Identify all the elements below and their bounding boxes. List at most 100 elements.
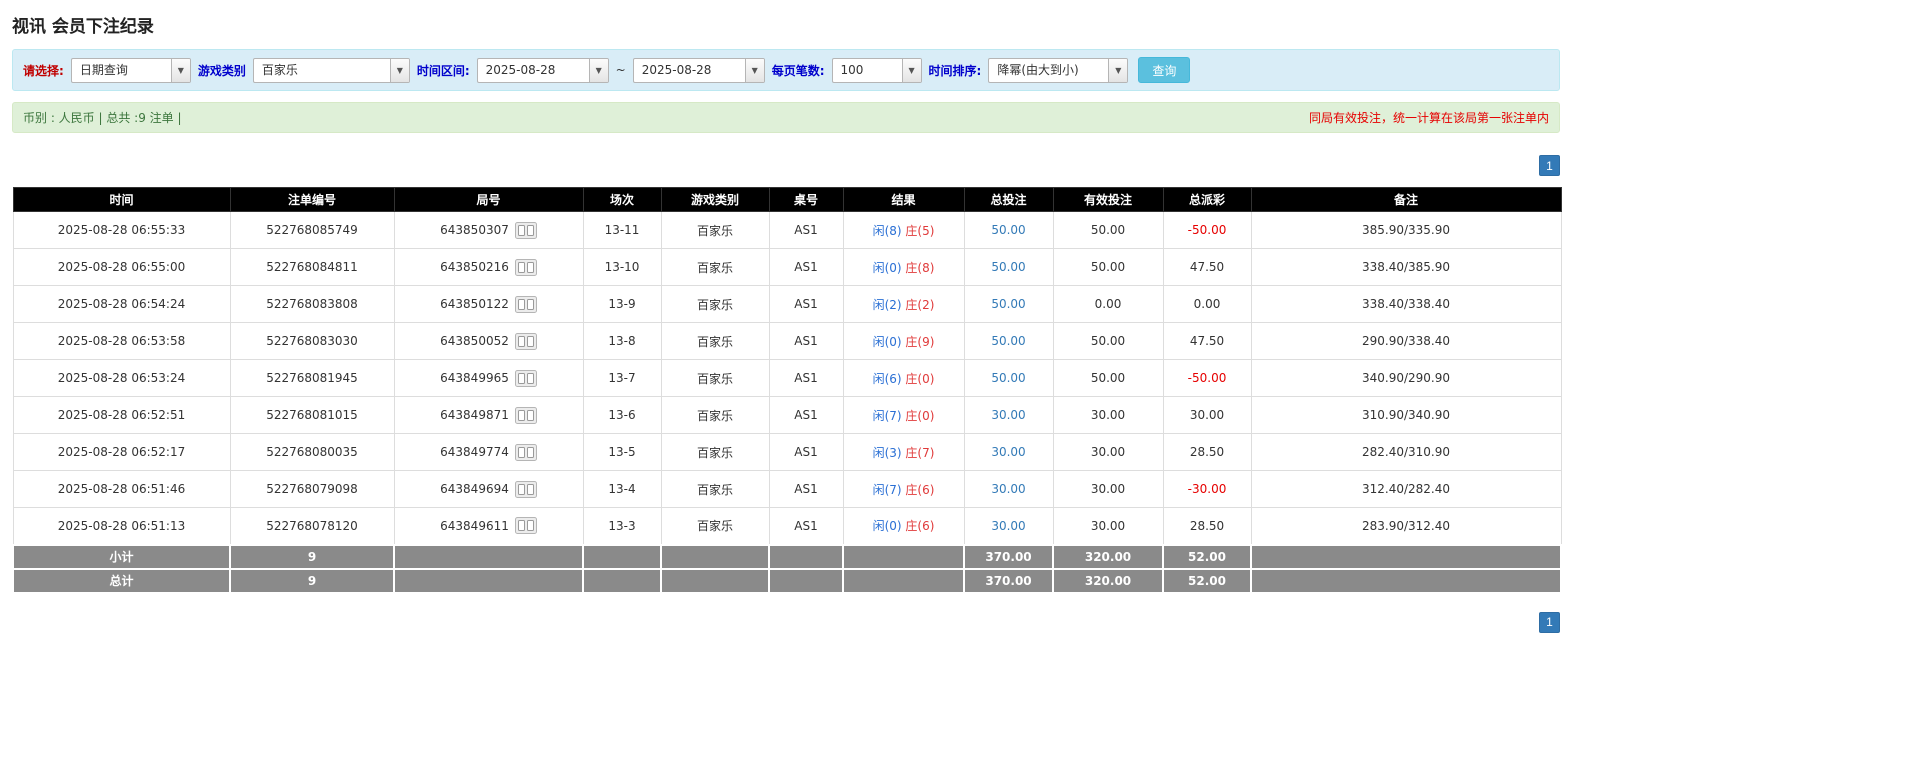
subtotal-row: 小计 9 370.00 320.00 52.00 (12, 543, 1562, 570)
pagination-top: 1 (12, 155, 1560, 176)
table-row: 2025-08-28 06:52:17 522768080035 643849774… (12, 433, 1562, 471)
result-banker: 庄(9) (905, 334, 935, 349)
table-no-cell: AS1 (768, 285, 844, 323)
valid-bet-cell: 30.00 (1052, 470, 1164, 508)
total-bet-cell[interactable]: 50.00 (963, 322, 1054, 360)
result-banker: 庄(6) (905, 482, 935, 497)
bet-id-cell: 522768083808 (229, 285, 395, 323)
footer-cell (393, 567, 584, 594)
total-row: 总计 9 370.00 320.00 52.00 (12, 567, 1562, 594)
result-cell: 闲(2) 庄(2) (842, 285, 965, 323)
page-size-select[interactable]: 100 ▼ (831, 57, 922, 83)
search-button[interactable]: 查询 (1138, 57, 1191, 83)
view-cards-icon[interactable] (514, 406, 537, 424)
game-type-cell: 百家乐 (660, 507, 770, 545)
bet-time-cell: 2025-08-28 06:52:51 (12, 396, 231, 434)
total-bet-cell[interactable]: 30.00 (963, 396, 1054, 434)
total-bet-cell[interactable]: 30.00 (963, 470, 1054, 508)
note-cell: 310.90/340.90 (1250, 396, 1562, 434)
table-no-cell: AS1 (768, 248, 844, 286)
session-cell: 13-6 (582, 396, 662, 434)
session-cell: 13-9 (582, 285, 662, 323)
column-header: 有效投注 (1052, 187, 1164, 212)
table-row: 2025-08-28 06:55:33 522768085749 643850307… (12, 211, 1562, 249)
footer-cell: 320.00 (1052, 567, 1164, 594)
table-no-cell: AS1 (768, 396, 844, 434)
chevron-down-icon[interactable]: ▼ (389, 58, 409, 82)
date-to-select[interactable]: 2025-08-28 ▼ (632, 57, 765, 83)
valid-bet-cell: 50.00 (1052, 322, 1164, 360)
game-type-cell: 百家乐 (660, 211, 770, 249)
session-cell: 13-10 (582, 248, 662, 286)
game-type-cell: 百家乐 (660, 359, 770, 397)
total-bet-cell[interactable]: 50.00 (963, 359, 1054, 397)
table-no-cell: AS1 (768, 211, 844, 249)
view-cards-icon[interactable] (514, 480, 537, 498)
total-bet-cell[interactable]: 30.00 (963, 507, 1054, 545)
session-cell: 13-5 (582, 433, 662, 471)
result-player: 闲(6) (872, 371, 902, 386)
session-cell: 13-4 (582, 470, 662, 508)
column-header: 局号 (393, 187, 584, 212)
table-row: 2025-08-28 06:55:00 522768084811 643850216… (12, 248, 1562, 286)
column-header: 场次 (582, 187, 662, 212)
table-row: 2025-08-28 06:52:51 522768081015 643849871… (12, 396, 1562, 434)
payout-cell: 28.50 (1162, 507, 1252, 545)
result-player: 闲(8) (872, 223, 902, 238)
round-id-cell: 643849871 (393, 396, 584, 434)
total-bet-cell[interactable]: 50.00 (963, 211, 1054, 249)
chevron-down-icon[interactable]: ▼ (1108, 58, 1128, 82)
game-type-select[interactable]: 百家乐 ▼ (252, 57, 410, 83)
result-player: 闲(0) (872, 334, 902, 349)
column-header: 时间 (12, 187, 231, 212)
valid-bet-notice: 同局有效投注，统一计算在该局第一张注单内 (1308, 111, 1549, 125)
page-1-button[interactable]: 1 (1539, 155, 1560, 176)
query-type-select[interactable]: 日期查询 ▼ (70, 57, 191, 83)
result-cell: 闲(7) 庄(6) (842, 470, 965, 508)
page-1-button[interactable]: 1 (1539, 611, 1560, 633)
result-banker: 庄(7) (905, 445, 935, 460)
round-id: 643850122 (440, 297, 509, 311)
game-type-cell: 百家乐 (660, 396, 770, 434)
view-cards-icon[interactable] (514, 332, 537, 350)
result-banker: 庄(8) (905, 260, 935, 275)
view-cards-icon[interactable] (514, 443, 537, 461)
chevron-down-icon[interactable]: ▼ (901, 58, 921, 82)
sort-label: 时间排序: (928, 63, 982, 78)
result-cell: 闲(8) 庄(5) (842, 211, 965, 249)
footer-cell (660, 543, 770, 570)
chevron-down-icon[interactable]: ▼ (170, 58, 190, 82)
result-banker: 庄(0) (905, 408, 935, 423)
column-header: 总派彩 (1162, 187, 1252, 212)
date-from-select[interactable]: 2025-08-28 ▼ (476, 57, 609, 83)
game-type-cell: 百家乐 (660, 470, 770, 508)
date-to-value: 2025-08-28 (641, 62, 712, 77)
chevron-down-icon[interactable]: ▼ (744, 58, 764, 82)
chevron-down-icon[interactable]: ▼ (588, 58, 608, 82)
currency-total-summary: 币别 : 人民币 | 总共 :9 注单 | (23, 111, 182, 125)
game-type-value: 百家乐 (261, 62, 298, 77)
total-bet-cell[interactable]: 50.00 (963, 285, 1054, 323)
footer-cell: 52.00 (1162, 543, 1252, 570)
view-cards-icon[interactable] (514, 517, 537, 535)
bet-id-cell: 522768081015 (229, 396, 395, 434)
round-id: 643850307 (440, 223, 509, 237)
view-cards-icon[interactable] (514, 258, 537, 276)
sort-select[interactable]: 降幂(由大到小) ▼ (988, 57, 1129, 83)
view-cards-icon[interactable] (514, 221, 537, 239)
session-cell: 13-8 (582, 322, 662, 360)
bet-time-cell: 2025-08-28 06:53:58 (12, 322, 231, 360)
table-row: 2025-08-28 06:51:46 522768079098 643849694… (12, 470, 1562, 508)
table-no-cell: AS1 (768, 359, 844, 397)
total-bet-cell[interactable]: 30.00 (963, 433, 1054, 471)
valid-bet-cell: 50.00 (1052, 248, 1164, 286)
view-cards-icon[interactable] (514, 369, 537, 387)
total-bet-cell[interactable]: 50.00 (963, 248, 1054, 286)
table-no-cell: AS1 (768, 470, 844, 508)
bet-time-cell: 2025-08-28 06:52:17 (12, 433, 231, 471)
footer-cell (1250, 543, 1562, 570)
select-label: 请选择: (23, 63, 64, 78)
bet-time-cell: 2025-08-28 06:51:46 (12, 470, 231, 508)
view-cards-icon[interactable] (514, 295, 537, 313)
round-id: 643850216 (440, 260, 509, 274)
